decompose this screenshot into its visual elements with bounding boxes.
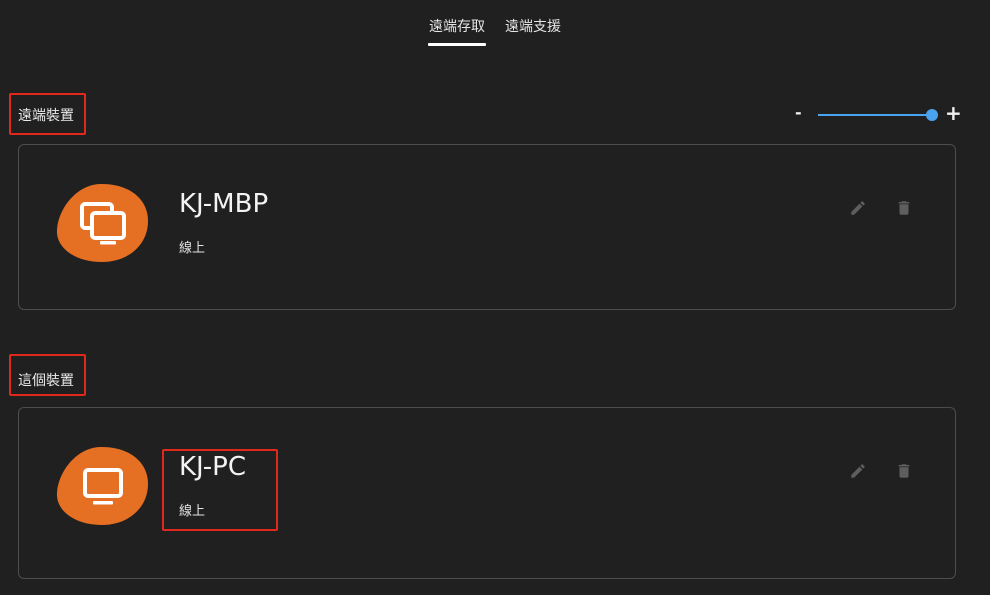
device-name: KJ-PC [179,452,247,482]
zoom-in-button[interactable]: + [945,101,962,125]
edit-icon[interactable] [849,199,867,217]
device-card-this-device[interactable]: KJ-PC 線上 [18,407,956,579]
tab-bar: 遠端存取 遠端支援 [0,14,990,46]
tab-remote-support[interactable]: 遠端支援 [504,14,562,46]
zoom-out-button[interactable]: - [795,103,802,122]
device-status: 線上 [179,241,206,256]
zoom-thumb[interactable] [926,109,938,121]
zoom-slider[interactable]: - + [795,101,962,126]
delete-icon[interactable] [895,462,913,480]
zoom-track[interactable] [818,114,931,116]
delete-icon[interactable] [895,199,913,217]
multi-monitor-icon [56,183,148,262]
remote-devices-heading: 遠端裝置 [18,108,74,124]
tab-remote-access[interactable]: 遠端存取 [428,14,486,46]
this-device-heading: 這個裝置 [18,373,74,389]
device-name: KJ-MBP [179,189,269,219]
edit-icon[interactable] [849,462,867,480]
monitor-icon [56,446,148,525]
zoom-fill [818,114,931,116]
device-card-remote[interactable]: KJ-MBP 線上 [18,144,956,310]
device-status: 線上 [179,504,206,519]
